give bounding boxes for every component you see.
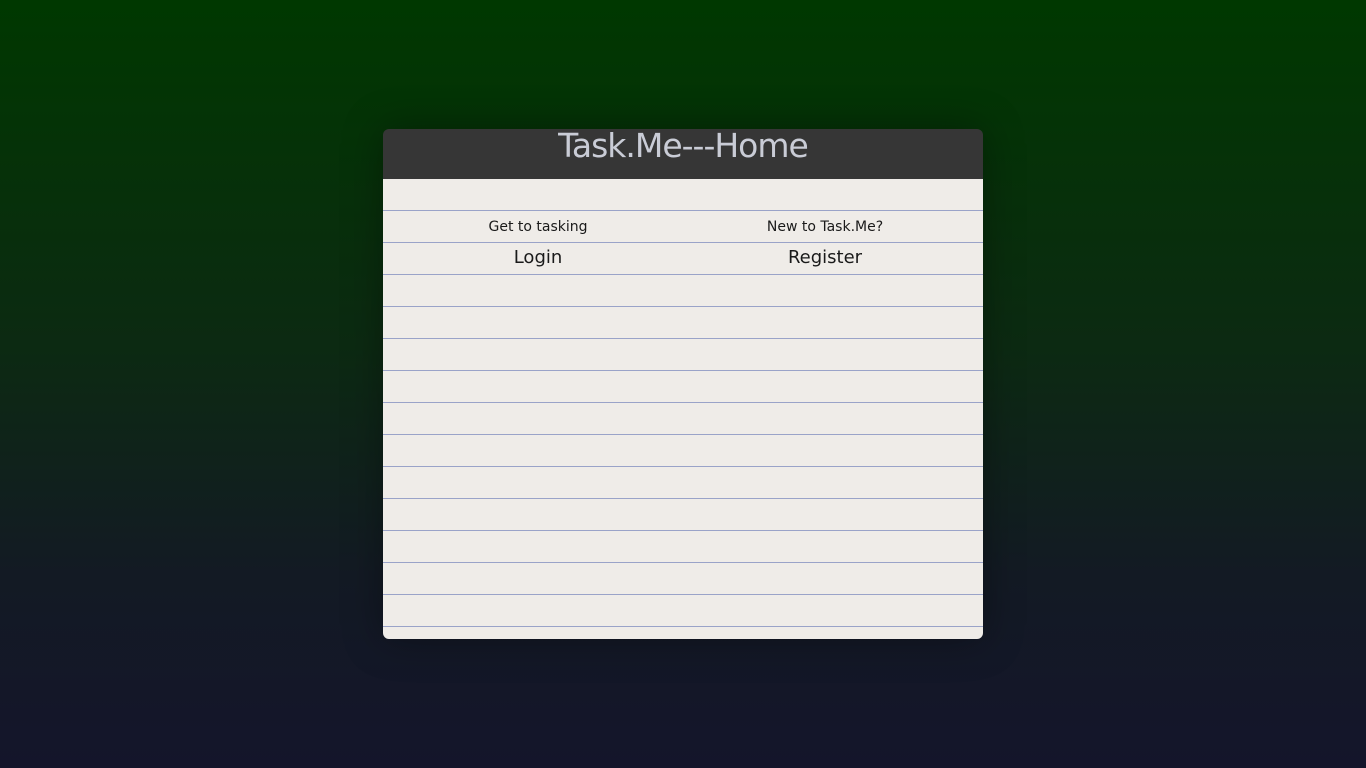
home-card: Task.Me---Home Get to tasking Login New … — [383, 129, 983, 639]
register-caption: New to Task.Me? — [766, 219, 884, 235]
register-section: New to Task.Me? Register — [675, 215, 975, 273]
register-link[interactable]: Register — [788, 243, 862, 273]
card-header: Task.Me---Home — [383, 129, 983, 179]
login-section: Get to tasking Login — [388, 215, 688, 273]
page-title: Task.Me---Home — [558, 129, 809, 165]
login-caption: Get to tasking — [488, 219, 588, 235]
lined-paper: Get to tasking Login New to Task.Me? Reg… — [383, 179, 983, 639]
login-link[interactable]: Login — [514, 243, 563, 273]
